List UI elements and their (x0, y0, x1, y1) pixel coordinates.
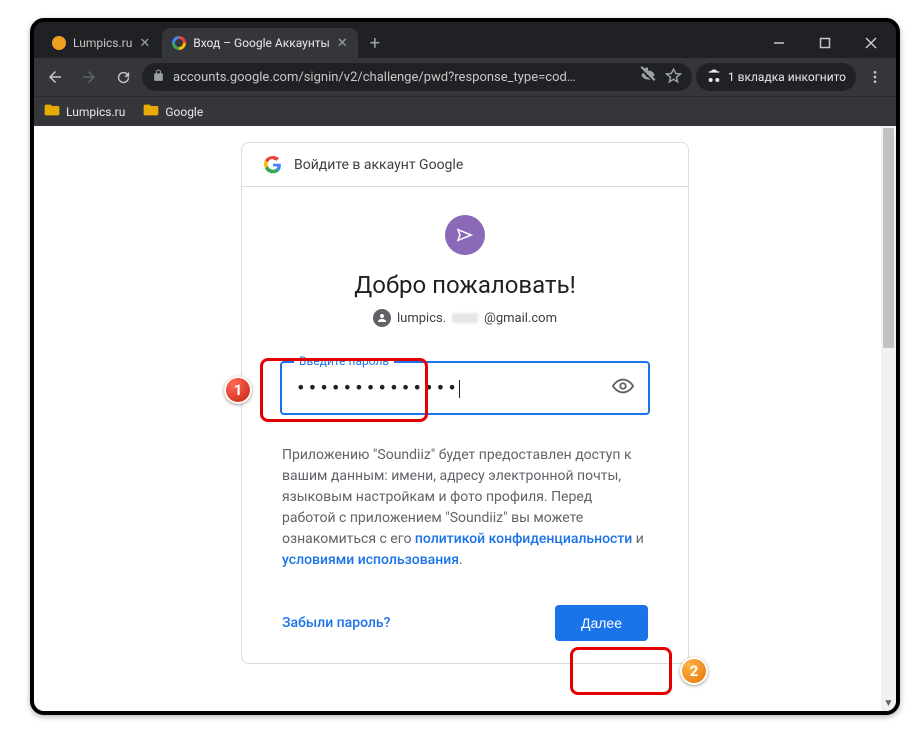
address-bar[interactable]: accounts.google.com/signin/v2/challenge/… (142, 63, 692, 91)
minimize-button[interactable] (756, 28, 802, 58)
card-actions: Забыли пароль? Далее (280, 605, 650, 641)
password-label: Введите пароль (294, 354, 394, 368)
welcome-heading: Добро пожаловать! (280, 271, 650, 299)
email-redacted (452, 313, 478, 323)
tab-title: Lumpics.ru (73, 36, 132, 50)
close-icon[interactable]: ✕ (337, 36, 348, 51)
tab-title: Вход – Google Аккаунты (193, 36, 330, 50)
window-controls (756, 28, 896, 58)
bookmark-label: Lumpics.ru (66, 105, 125, 119)
reload-button[interactable] (108, 62, 138, 92)
app-badge-icon (445, 215, 485, 255)
card-header-text: Войдите в аккаунт Google (294, 157, 463, 173)
page-content: ▲ ▼ Войдите в аккаунт Google (34, 126, 896, 711)
tab-lumpics[interactable]: Lumpics.ru ✕ (42, 28, 160, 58)
bookmark-google[interactable]: Google (143, 103, 203, 120)
incognito-icon (706, 68, 722, 87)
google-logo-icon (264, 156, 282, 174)
scrollbar[interactable]: ▲ ▼ (881, 126, 896, 711)
folder-icon (44, 103, 60, 120)
signin-card: Войдите в аккаунт Google Добро пожаловат… (241, 142, 689, 664)
close-window-button[interactable] (848, 28, 894, 58)
tab-google-signin[interactable]: Вход – Google Аккаунты ✕ (162, 28, 358, 58)
password-value: •••••••••••••• (296, 378, 612, 398)
annotation-marker-1: 1 (224, 376, 252, 404)
incognito-chip[interactable]: 1 вкладка инкогнито (696, 63, 856, 91)
back-button[interactable] (40, 62, 70, 92)
tab-strip: Lumpics.ru ✕ Вход – Google Аккаунты ✕ + (34, 28, 756, 58)
annotation-marker-2: 2 (680, 657, 708, 685)
toolbar: accounts.google.com/signin/v2/challenge/… (34, 58, 896, 96)
email-prefix: lumpics. (397, 311, 446, 326)
email-suffix: @gmail.com (484, 311, 557, 326)
menu-button[interactable] (860, 62, 890, 92)
scroll-thumb[interactable] (883, 128, 894, 348)
avatar-icon (373, 309, 391, 327)
privacy-policy-link[interactable]: политикой конфиденциальности (415, 531, 632, 547)
lock-icon (152, 69, 165, 86)
bookmark-label: Google (165, 105, 203, 119)
card-body: Добро пожаловать! lumpics. @gmail.com Вве… (242, 187, 688, 641)
bookmark-lumpics[interactable]: Lumpics.ru (44, 103, 125, 120)
titlebar: Lumpics.ru ✕ Вход – Google Аккаунты ✕ + (34, 22, 896, 58)
maximize-button[interactable] (802, 28, 848, 58)
favicon-google-icon (172, 36, 186, 50)
consent-text: Приложению "Soundiiz" будет предоставлен… (280, 445, 650, 571)
bookmarks-bar: Lumpics.ru Google (34, 96, 896, 126)
show-password-button[interactable] (612, 375, 634, 401)
close-icon[interactable]: ✕ (139, 36, 150, 51)
forgot-password-link[interactable]: Забыли пароль? (282, 615, 390, 631)
password-field[interactable]: Введите пароль •••••••••••••• (280, 361, 650, 415)
eye-off-icon[interactable] (639, 66, 657, 88)
card-header: Войдите в аккаунт Google (242, 143, 688, 187)
account-email[interactable]: lumpics. @gmail.com (280, 309, 650, 327)
incognito-label: 1 вкладка инкогнито (728, 70, 846, 84)
star-icon[interactable] (665, 67, 682, 88)
new-tab-button[interactable]: + (360, 33, 390, 58)
url-text: accounts.google.com/signin/v2/challenge/… (173, 70, 631, 85)
next-button[interactable]: Далее (555, 605, 648, 641)
folder-icon (143, 103, 159, 120)
browser-window: Lumpics.ru ✕ Вход – Google Аккаунты ✕ + (30, 18, 900, 715)
terms-link[interactable]: условиями использования (282, 552, 459, 568)
favicon-lumpics (52, 36, 66, 50)
scroll-down-icon[interactable]: ▼ (881, 696, 896, 711)
forward-button[interactable] (74, 62, 104, 92)
